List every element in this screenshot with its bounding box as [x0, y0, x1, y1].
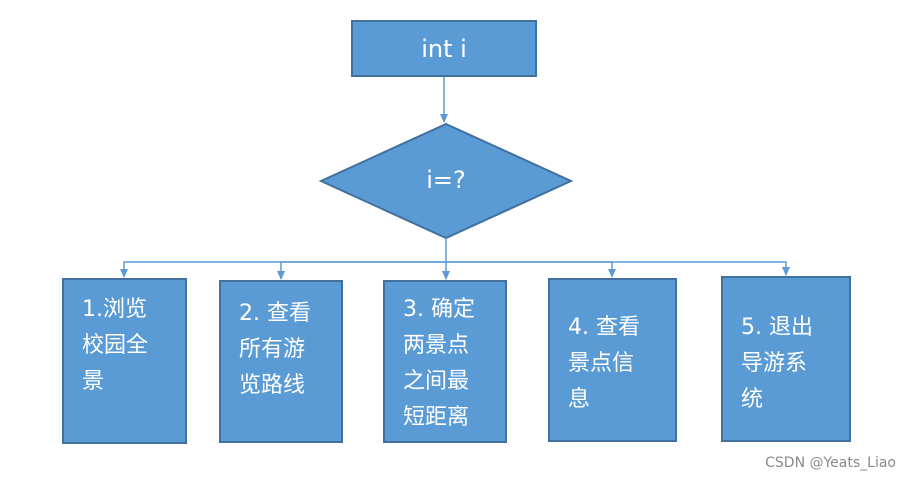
edge-to-info	[446, 261, 616, 278]
option-shortest-path-label: 3. 确定 两景点 之间最 短距离	[403, 297, 475, 430]
edge-to-exit	[446, 261, 790, 276]
option-view-routes-label: 2. 查看 所有游 览路线	[239, 301, 311, 398]
option-exit-system-label: 5. 退出 导游系 统	[741, 315, 813, 412]
edge-to-browse	[120, 261, 446, 278]
option-browse-campus: 1.浏览 校园全 景	[62, 278, 187, 444]
watermark: CSDN @Yeats_Liao	[765, 455, 896, 471]
option-view-routes: 2. 查看 所有游 览路线	[219, 280, 343, 443]
start-node: int i	[351, 20, 537, 77]
option-browse-campus-label: 1.浏览 校园全 景	[82, 297, 149, 394]
option-view-spot-info: 4. 查看 景点信 息	[548, 278, 677, 442]
option-view-spot-info-label: 4. 查看 景点信 息	[568, 315, 640, 412]
edge-to-routes	[277, 261, 446, 280]
decision-label: i=?	[426, 166, 466, 194]
option-shortest-path: 3. 确定 两景点 之间最 短距离	[383, 280, 507, 443]
option-exit-system: 5. 退出 导游系 统	[721, 276, 851, 442]
start-node-label: int i	[421, 34, 467, 63]
